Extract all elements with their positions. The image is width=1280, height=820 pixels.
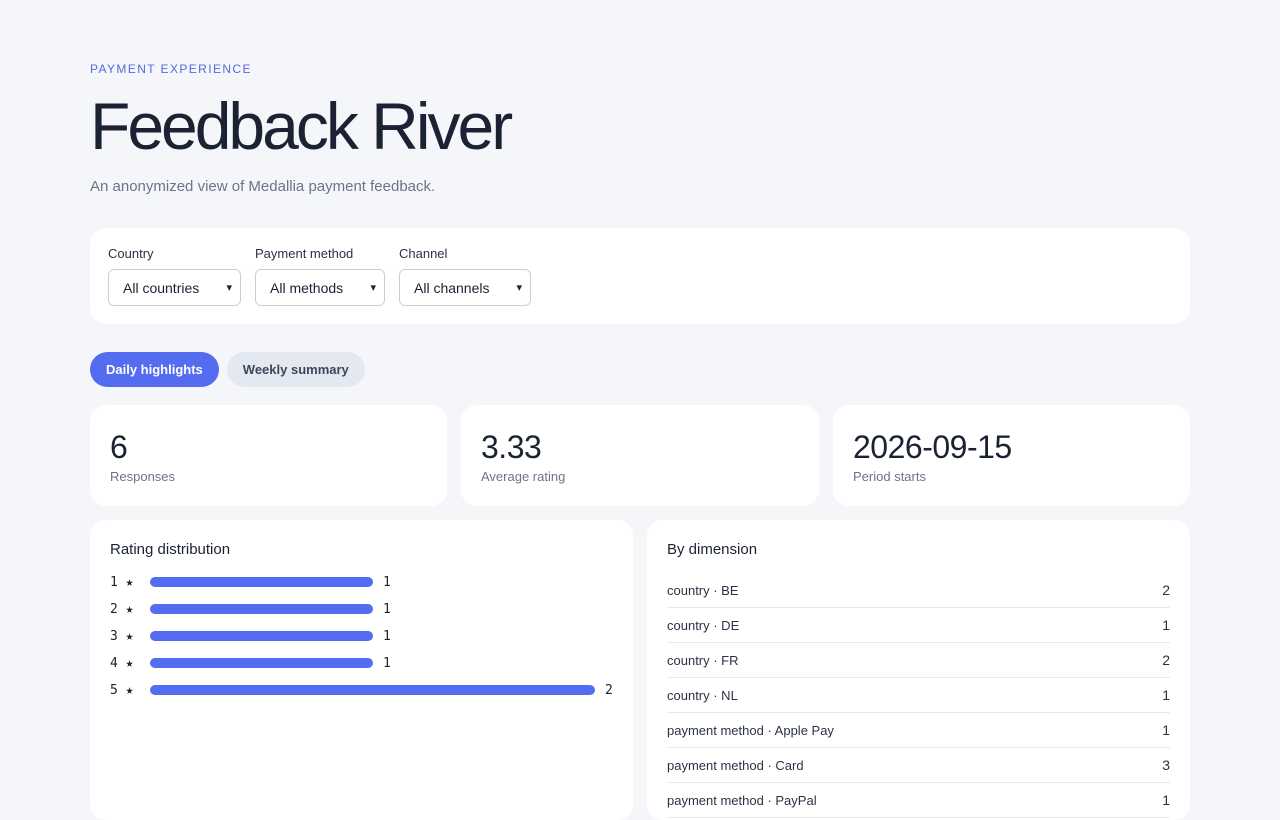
dimension-row: payment method · PayPal 1 bbox=[667, 783, 1170, 818]
rating-bar bbox=[150, 658, 373, 668]
channel-filter: Channel All channels ▾ bbox=[399, 246, 531, 306]
dimension-row: country · DE 1 bbox=[667, 608, 1170, 643]
dimension-row: country · FR 2 bbox=[667, 643, 1170, 678]
page-subtitle: An anonymized view of Medallia payment f… bbox=[90, 178, 436, 195]
rating-count: 1 bbox=[383, 655, 391, 671]
rating-label: 5 ★ bbox=[110, 682, 134, 698]
channel-select[interactable]: All channels ▾ bbox=[399, 269, 531, 306]
chevron-down-icon: ▾ bbox=[370, 282, 376, 294]
dimension-label: country · NL bbox=[667, 687, 738, 703]
dimension-label: payment method · Card bbox=[667, 757, 804, 773]
rating-bar bbox=[150, 604, 373, 614]
dimension-label: country · FR bbox=[667, 652, 739, 668]
stat-value: 3.33 bbox=[481, 429, 542, 465]
stat-label: Responses bbox=[110, 469, 176, 484]
dimension-count: 1 bbox=[1162, 792, 1170, 808]
tab-daily-highlights[interactable]: Daily highlights bbox=[90, 352, 219, 387]
rating-label: 4 ★ bbox=[110, 655, 134, 671]
country-filter: Country All countries ▾ bbox=[108, 246, 241, 306]
filter-panel: Country All countries ▾ Payment method A… bbox=[90, 228, 1190, 324]
dimension-count: 1 bbox=[1162, 687, 1170, 703]
dimension-row: country · NL 1 bbox=[667, 678, 1170, 713]
rating-row: 2 ★ 1 bbox=[110, 599, 613, 619]
page-title: Feedback River bbox=[90, 89, 513, 163]
rating-row: 3 ★ 1 bbox=[110, 626, 613, 646]
rating-row: 5 ★ 2 bbox=[110, 680, 613, 700]
rating-bar bbox=[150, 685, 595, 695]
dimension-label: country · DE bbox=[667, 617, 740, 633]
rating-row: 1 ★ 1 bbox=[110, 572, 613, 592]
rating-label: 3 ★ bbox=[110, 628, 134, 644]
dimension-count: 1 bbox=[1162, 722, 1170, 738]
rating-count: 2 bbox=[605, 682, 613, 698]
dimension-count: 2 bbox=[1162, 652, 1170, 668]
chevron-down-icon: ▾ bbox=[516, 282, 522, 294]
country-select[interactable]: All countries ▾ bbox=[108, 269, 241, 306]
tab-weekly-summary[interactable]: Weekly summary bbox=[226, 352, 365, 387]
dimension-label: payment method · Apple Pay bbox=[667, 722, 834, 738]
dimension-label: payment method · PayPal bbox=[667, 792, 817, 808]
dimension-count: 2 bbox=[1162, 582, 1170, 598]
dimension-label: country · BE bbox=[667, 582, 739, 598]
stat-card-responses: 6 Responses bbox=[90, 405, 447, 506]
channel-select-value: All channels bbox=[414, 279, 490, 296]
payment-method-filter: Payment method All methods ▾ bbox=[255, 246, 385, 306]
payment-method-filter-label: Payment method bbox=[255, 246, 354, 261]
rating-row: 4 ★ 1 bbox=[110, 653, 613, 673]
rating-bar bbox=[150, 577, 373, 587]
stat-label: Average rating bbox=[481, 469, 566, 484]
dimension-count: 1 bbox=[1162, 617, 1170, 633]
rating-bar bbox=[150, 631, 373, 641]
payment-method-select[interactable]: All methods ▾ bbox=[255, 269, 385, 306]
rating-distribution-panel: Rating distribution 1 ★ 1 2 ★ 1 3 ★ 1 4 ★ 1 5 ★ 2 bbox=[90, 520, 633, 820]
stat-value: 2026-09-15 bbox=[853, 429, 1012, 465]
view-tabs: Daily highlights Weekly summary bbox=[90, 352, 365, 387]
page-eyebrow: PAYMENT EXPERIENCE bbox=[90, 62, 252, 76]
rating-label: 1 ★ bbox=[110, 574, 134, 590]
chevron-down-icon: ▾ bbox=[226, 282, 232, 294]
payment-method-select-value: All methods bbox=[270, 279, 344, 296]
stat-value: 6 bbox=[110, 429, 128, 465]
rating-distribution-title: Rating distribution bbox=[110, 541, 231, 558]
stat-label: Period starts bbox=[853, 469, 926, 484]
rating-label: 2 ★ bbox=[110, 601, 134, 617]
rating-count: 1 bbox=[383, 601, 391, 617]
rating-count: 1 bbox=[383, 628, 391, 644]
dimension-count: 3 bbox=[1162, 757, 1170, 773]
dimension-row: payment method · Card 3 bbox=[667, 748, 1170, 783]
stat-card-period-starts: 2026-09-15 Period starts bbox=[833, 405, 1190, 506]
by-dimension-panel: By dimension country · BE 2 country · DE 1 c… bbox=[647, 520, 1190, 820]
country-select-value: All countries bbox=[123, 279, 200, 296]
rating-count: 1 bbox=[383, 574, 391, 590]
by-dimension-title: By dimension bbox=[667, 541, 758, 558]
stat-card-average-rating: 3.33 Average rating bbox=[461, 405, 819, 506]
dimension-row: payment method · Apple Pay 1 bbox=[667, 713, 1170, 748]
country-filter-label: Country bbox=[108, 246, 154, 261]
dimension-row: country · BE 2 bbox=[667, 573, 1170, 608]
channel-filter-label: Channel bbox=[399, 246, 448, 261]
